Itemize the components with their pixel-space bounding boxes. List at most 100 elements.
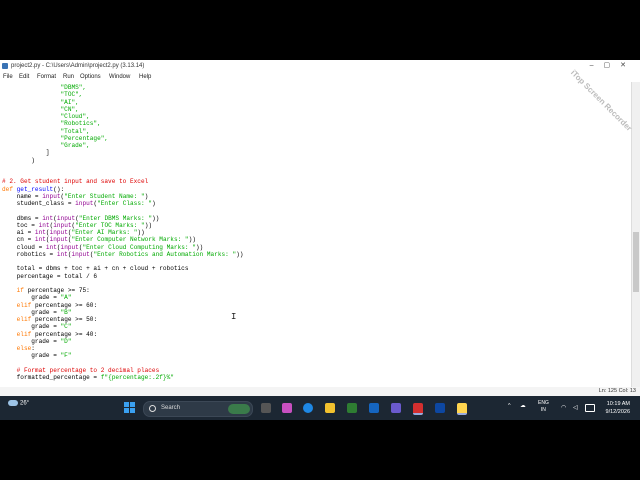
code-token: "Enter TOC Marks: " — [75, 221, 145, 229]
cursor-position: Ln: 125 Col: 13 — [598, 388, 636, 394]
code-line[interactable]: percentage = total / 6 — [2, 273, 97, 281]
code-token: dbms = — [2, 214, 43, 222]
code-token: "Robotics", — [2, 120, 101, 128]
task-view-icon[interactable] — [261, 403, 271, 413]
code-token: robotics = — [2, 250, 57, 258]
python-file-icon — [2, 63, 8, 69]
code-token: int — [56, 250, 68, 258]
code-token: input — [56, 214, 76, 222]
code-token: (): — [53, 185, 65, 193]
code-token: "Total", — [2, 127, 90, 135]
menu-file[interactable]: File — [3, 72, 13, 82]
defender-icon[interactable] — [435, 403, 445, 413]
cloud-icon — [8, 400, 18, 406]
screen-recorder-icon[interactable] — [413, 403, 423, 415]
code-token: : — [31, 345, 35, 352]
code-line[interactable]: robotics = int(input("Enter Robotics and… — [2, 250, 244, 259]
code-token: "B" — [60, 308, 72, 316]
menu-run[interactable]: Run — [63, 72, 74, 82]
code-token: int — [38, 221, 50, 229]
code-token: int — [34, 236, 46, 244]
edge-icon[interactable] — [303, 403, 313, 413]
code-token: percentage >= 50: — [31, 316, 98, 323]
menu-help[interactable]: Help — [139, 72, 151, 82]
python-idle-icon[interactable] — [457, 403, 467, 415]
code-token: grade = — [2, 352, 61, 360]
system-tray: ^ ☁ — [508, 403, 526, 409]
menu-edit[interactable]: Edit — [19, 72, 29, 82]
code-token: input — [75, 200, 94, 207]
menu-window[interactable]: Window — [109, 72, 130, 82]
file-explorer-icon[interactable] — [325, 403, 335, 413]
volume-icon[interactable]: ◁ — [573, 404, 581, 411]
code-token: get_result — [16, 185, 54, 193]
search-highlight-icon — [228, 404, 250, 414]
code-token: "Enter AI Marks: " — [71, 229, 138, 236]
code-token: "DBMS", — [2, 84, 87, 91]
code-token: "Cloud", — [2, 113, 90, 120]
language-indicator[interactable]: ENG IN — [538, 400, 549, 414]
code-token: int — [34, 229, 46, 236]
teams-icon[interactable] — [391, 403, 401, 413]
onedrive-icon[interactable]: ☁ — [520, 403, 526, 409]
taskbar-search[interactable]: Search — [143, 401, 253, 417]
code-token: name = — [2, 192, 43, 200]
window-titlebar[interactable]: project2.py - C:\Users\Admin\project2.py… — [0, 60, 640, 72]
code-token: )) — [195, 243, 204, 251]
clock-date: 9/12/2026 — [605, 409, 630, 415]
code-editor[interactable]: "DBMS", "TOC", "AI", "CN", "Cloud", "Rob… — [0, 82, 632, 387]
code-token: "CN", — [2, 105, 79, 113]
code-token: )) — [188, 236, 196, 244]
code-token: f"{percentage:.2f}%" — [100, 374, 174, 381]
code-token: "F" — [60, 352, 72, 360]
code-token: ai = — [2, 229, 35, 236]
desktop-screen: project2.py - C:\Users\Admin\project2.py… — [0, 60, 640, 420]
code-token: elif — [16, 301, 32, 309]
search-label: Search — [161, 405, 181, 411]
code-line[interactable]: formatted_percentage = f"{percentage:.2f… — [2, 374, 174, 382]
battery-icon[interactable] — [585, 404, 595, 412]
weather-temp: 26° — [20, 400, 30, 407]
code-token: if — [16, 287, 24, 294]
code-token: elif — [16, 330, 32, 338]
code-line[interactable]: grade = "F" — [2, 352, 72, 360]
outlook-icon[interactable] — [369, 403, 379, 413]
start-button[interactable] — [124, 402, 135, 413]
code-token: ) — [2, 156, 35, 164]
code-token: ) — [144, 192, 149, 200]
code-token: input — [71, 250, 90, 258]
recorder-watermark: iTop Screen Recorder — [566, 66, 636, 136]
watermark-text: iTop Screen Recorder — [568, 68, 634, 133]
code-token: "Enter DBMS Marks: " — [78, 214, 152, 222]
code-token: grade = — [2, 337, 61, 345]
weather-widget[interactable]: 26° — [8, 400, 29, 407]
code-token: "Percentage", — [2, 134, 109, 142]
excel-icon[interactable] — [347, 403, 357, 413]
code-token: cn = — [2, 236, 35, 244]
code-token: grade = — [2, 308, 61, 316]
code-token: )) — [236, 250, 244, 258]
text-cursor-icon: I — [231, 312, 237, 322]
code-token: input — [49, 236, 68, 244]
code-token: input — [53, 221, 72, 229]
search-icon — [149, 405, 156, 412]
scrollbar-thumb[interactable] — [633, 232, 639, 292]
code-token: int — [42, 214, 54, 222]
code-token: "C" — [60, 323, 72, 331]
menu-format[interactable]: Format — [37, 72, 56, 82]
code-token: int — [45, 243, 57, 251]
menu-options[interactable]: Options — [80, 72, 101, 82]
tray-overflow-icon[interactable]: ^ — [508, 403, 511, 409]
code-token: "TOC", — [2, 91, 83, 99]
wifi-icon[interactable]: ◠ — [561, 404, 569, 411]
code-token: "AI", — [2, 98, 79, 106]
code-token: grade = — [2, 294, 61, 302]
code-token: )) — [144, 221, 153, 229]
code-line[interactable]: student_class = input("Enter Class: ") — [2, 200, 156, 208]
code-token: percentage >= 75: — [23, 287, 90, 294]
copilot-icon[interactable] — [282, 403, 292, 413]
menu-bar: File Edit Format Run Options Window Help — [0, 72, 640, 82]
code-line[interactable]: ) — [2, 157, 35, 165]
